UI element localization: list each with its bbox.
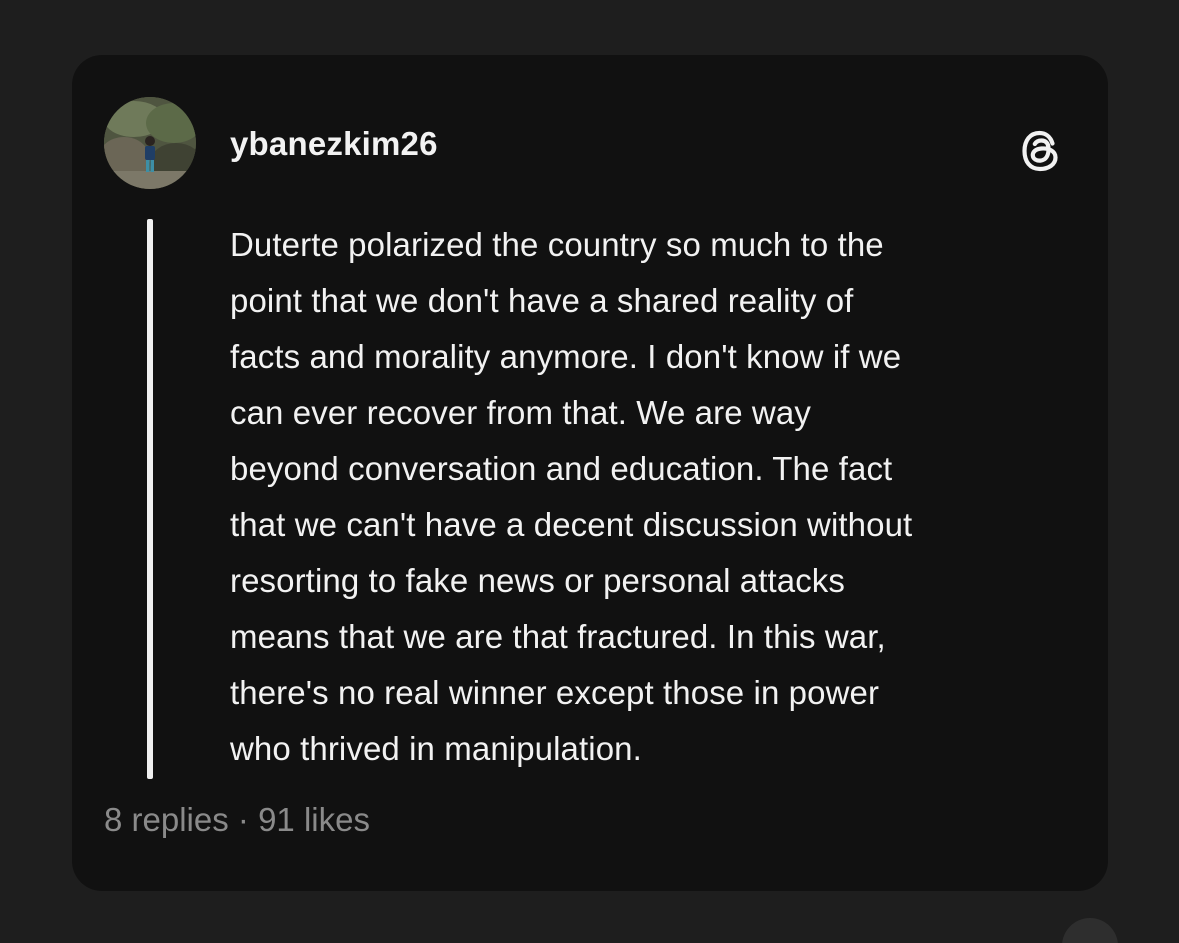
thread-line [147,219,153,779]
stats-separator: · [237,801,249,838]
threads-logo-icon[interactable] [1014,123,1070,179]
page: ybanezkim26 Duterte polarized the countr… [0,0,1179,943]
post-card[interactable]: ybanezkim26 Duterte polarized the countr… [72,55,1108,891]
avatar[interactable] [104,97,196,189]
avatar-photo [104,97,196,189]
replies-count[interactable]: 8 replies [104,801,229,838]
corner-button[interactable] [1062,918,1118,943]
post-text: Duterte polarized the country so much to… [230,226,913,767]
username[interactable]: ybanezkim26 [230,125,438,163]
likes-count[interactable]: 91 likes [258,801,370,838]
post-stats: 8 replies · 91 likes [104,801,370,839]
